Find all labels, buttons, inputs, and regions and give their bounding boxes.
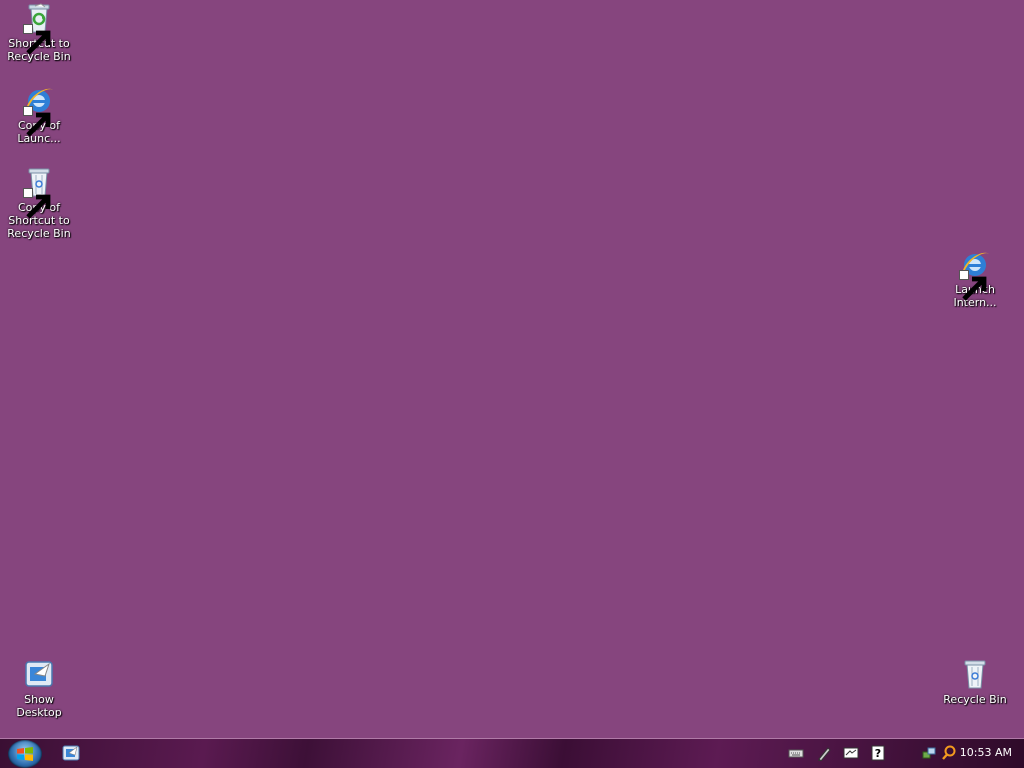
shortcut-arrow-icon <box>23 188 51 219</box>
taskbar-clock[interactable]: 10:53 AM <box>960 746 1012 759</box>
desktop-icon-recycle-bin[interactable]: Recycle Bin <box>938 658 1012 706</box>
tray-tablet-input-button[interactable] <box>843 745 859 761</box>
pen-icon <box>818 747 831 762</box>
desktop-icon-shortcut-to-recycle-bin[interactable]: Shortcut to Recycle Bin <box>2 2 76 63</box>
desktop-icon-launch-internet-explorer[interactable]: Launch Intern... <box>938 248 1012 309</box>
tray-help-button[interactable]: ? <box>870 745 886 761</box>
desktop-icon-label: Recycle Bin <box>943 693 1007 706</box>
help-icon: ? <box>871 745 885 761</box>
shortcut-arrow-icon <box>23 106 51 137</box>
start-button[interactable] <box>8 740 42 768</box>
network-icon <box>922 747 936 759</box>
quick-launch-show-desktop-button[interactable] <box>62 744 80 762</box>
shortcut-arrow-icon <box>23 24 51 55</box>
recycle-bin-icon <box>959 658 991 690</box>
tablet-input-icon <box>843 747 859 759</box>
svg-text:?: ? <box>875 747 881 760</box>
desktop[interactable]: Shortcut to Recycle Bin Copy of Launc... <box>0 0 1024 738</box>
recycle-bin-icon <box>23 166 55 219</box>
internet-explorer-icon <box>959 248 991 301</box>
show-desktop-icon <box>62 745 80 761</box>
desktop-icon-label: Show Desktop <box>16 693 62 719</box>
internet-explorer-icon <box>23 84 55 137</box>
shortcut-arrow-icon <box>959 270 987 301</box>
tray-keyboard-button[interactable] <box>788 745 804 761</box>
desktop-icon-copy-of-shortcut-to-recycle-bin[interactable]: Copy of Shortcut to Recycle Bin <box>2 166 76 240</box>
desktop-icon-copy-of-launch-internet-explorer[interactable]: Copy of Launc... <box>2 84 76 145</box>
keyboard-icon <box>788 749 804 758</box>
show-desktop-icon <box>23 658 55 690</box>
tray-network-button[interactable] <box>921 745 937 761</box>
tray-search-button[interactable] <box>941 745 957 761</box>
tray-pen-button[interactable] <box>816 745 832 762</box>
desktop-icon-show-desktop[interactable]: Show Desktop <box>2 658 76 719</box>
windows-start-orb-icon <box>17 747 33 761</box>
recycle-bin-full-icon <box>23 2 55 55</box>
taskbar: ? 10:53 AM <box>0 738 1024 768</box>
search-icon <box>942 745 956 760</box>
